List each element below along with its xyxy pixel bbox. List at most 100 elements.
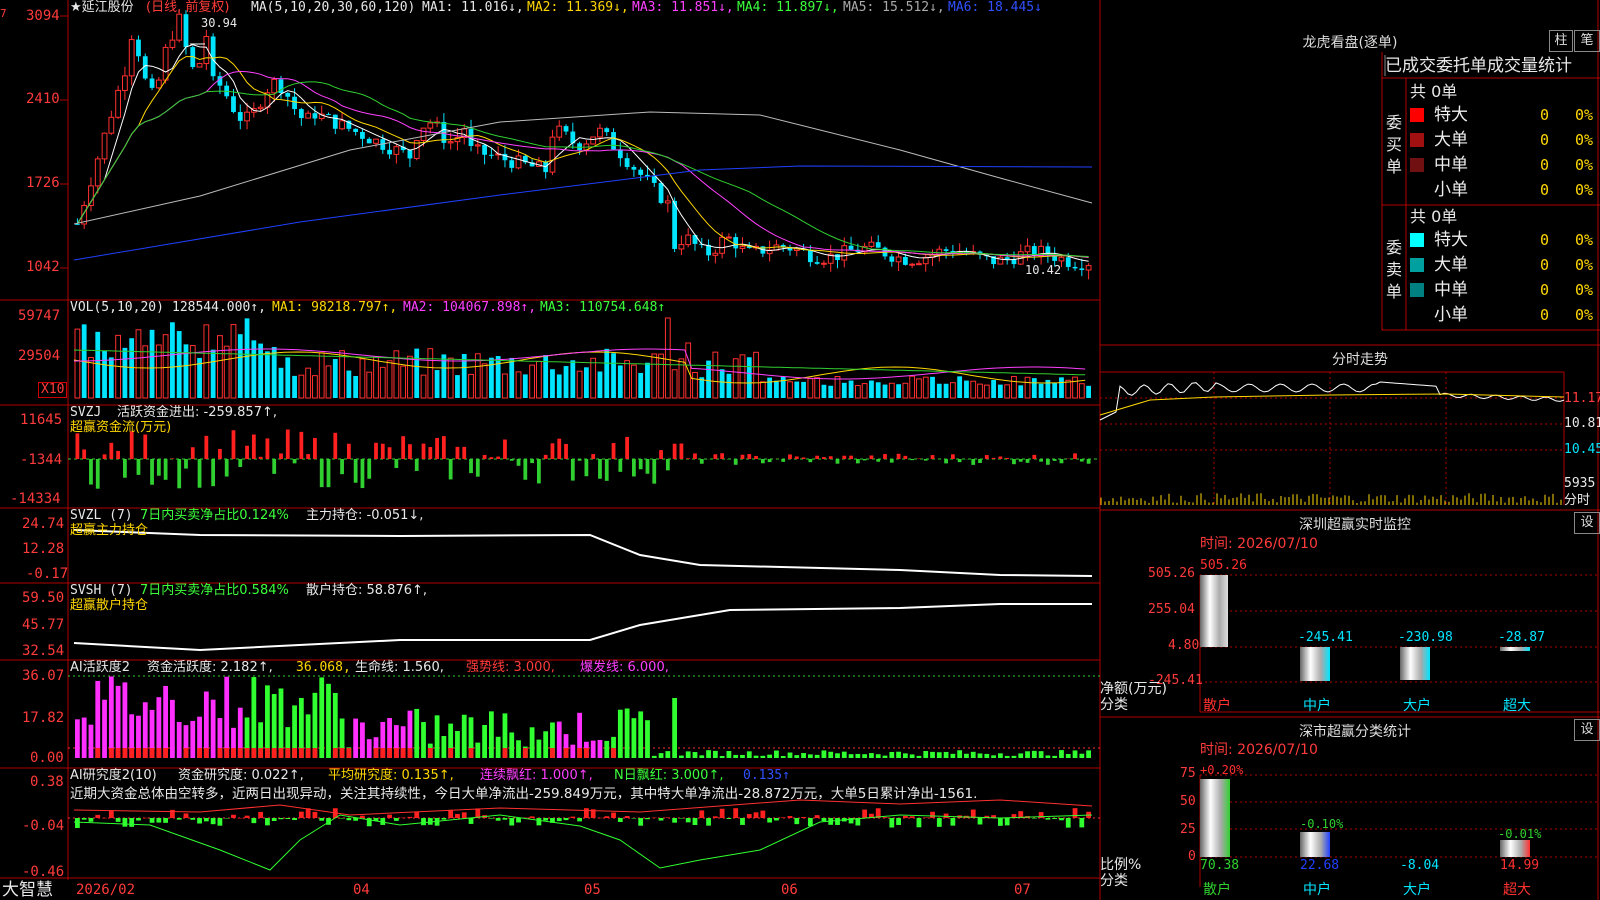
tab-tick-mode[interactable]: 笔 bbox=[1574, 30, 1600, 52]
vol-unit-badge[interactable]: X10 bbox=[38, 382, 68, 398]
volume-bar bbox=[305, 367, 312, 399]
ai2-bar bbox=[122, 818, 128, 827]
ai2-bar bbox=[753, 812, 759, 818]
intraday-avg-line bbox=[1099, 393, 1565, 416]
stock-name[interactable]: ★延江股份 bbox=[70, 0, 134, 16]
volume-bar bbox=[807, 378, 814, 399]
ai1-bar bbox=[509, 732, 515, 758]
volume-bar bbox=[664, 317, 671, 399]
candle-body bbox=[895, 256, 902, 263]
ai1-bar bbox=[421, 722, 426, 758]
ai2-bar bbox=[733, 808, 739, 818]
ai1-bar bbox=[1045, 755, 1051, 758]
candle-body bbox=[128, 39, 135, 77]
candle-body bbox=[672, 200, 678, 249]
ai1-red-base bbox=[197, 748, 202, 758]
candle-body bbox=[305, 112, 312, 119]
volume-bar bbox=[692, 371, 698, 399]
intraday-title: 分时走势 bbox=[1332, 352, 1388, 368]
candle-body bbox=[339, 120, 345, 130]
ai2-bar bbox=[651, 817, 657, 819]
ai2-bar bbox=[1079, 818, 1085, 828]
ai2-bar bbox=[102, 817, 107, 819]
ai2-comment: 近期大资金总体由空转多，近两日出现异动，关注其持续性，今日大单净流出-259.8… bbox=[70, 786, 978, 802]
ai1-bar bbox=[848, 754, 854, 758]
svsh-value: 散户持仓: 58.876↑, bbox=[306, 583, 428, 598]
svsh-y-tick: 59.50 bbox=[22, 590, 65, 606]
monitor-settings-button[interactable]: 设 bbox=[1574, 512, 1600, 534]
classstat-settings-button[interactable]: 设 bbox=[1574, 719, 1600, 741]
volume-bar bbox=[801, 381, 806, 398]
ai1-bar bbox=[807, 754, 813, 758]
ai1-bar bbox=[930, 751, 935, 758]
ai1-bar bbox=[882, 755, 888, 758]
ma1-line bbox=[76, 44, 1089, 262]
period-label[interactable]: (日线, 前复权) bbox=[146, 0, 229, 16]
ai1-bar bbox=[115, 685, 121, 758]
intraday-y-tick: 10.81 bbox=[1564, 416, 1600, 431]
buy-row-pct: 0% bbox=[1575, 131, 1594, 149]
volume-bar bbox=[95, 331, 101, 398]
sell-row-pct: 0% bbox=[1575, 256, 1594, 274]
tab-bar-mode[interactable]: 柱 bbox=[1549, 30, 1573, 52]
svzl-y-tick: 24.74 bbox=[22, 516, 65, 532]
ai2-bar bbox=[889, 818, 895, 828]
ai2-bar bbox=[611, 812, 616, 818]
ai1-bar bbox=[543, 731, 549, 758]
ai1-bar bbox=[210, 699, 216, 758]
ai1-bar bbox=[712, 750, 718, 758]
candle-body bbox=[909, 263, 916, 266]
volume-bar bbox=[936, 383, 942, 398]
ai1-bar bbox=[916, 755, 922, 758]
ai1-red-base bbox=[611, 748, 616, 758]
classstat-category-label: 大户 bbox=[1403, 882, 1431, 898]
ai2-bar bbox=[265, 818, 270, 826]
ai1-red-base bbox=[149, 748, 155, 758]
svzl-value: 主力持仓: -0.051↓, bbox=[306, 508, 424, 523]
volume-bar bbox=[977, 383, 983, 399]
sell-total: 共 0单 bbox=[1410, 207, 1458, 226]
ai2-bar bbox=[203, 818, 209, 822]
ai1-bar bbox=[366, 739, 372, 758]
candle-body bbox=[556, 125, 563, 138]
volume-bar bbox=[584, 367, 589, 398]
volume-bar bbox=[794, 381, 800, 398]
ai1-bar bbox=[875, 754, 881, 758]
monitor-title: 深圳超赢实时监控 bbox=[1299, 517, 1411, 533]
volume-bar bbox=[854, 385, 861, 399]
volume-bar bbox=[237, 334, 243, 398]
x-tick: 06 bbox=[781, 882, 798, 898]
candle-body bbox=[326, 114, 331, 116]
ai1-red-base bbox=[129, 748, 135, 758]
classstat-value-label: -8.04 bbox=[1400, 858, 1440, 873]
candle-body bbox=[360, 131, 365, 139]
ai1-bar bbox=[1004, 755, 1010, 758]
ai1-red-base bbox=[183, 748, 189, 758]
y-tick: 1726 bbox=[26, 175, 60, 191]
sell-row-pct: 0% bbox=[1575, 231, 1594, 249]
ai1-red-base bbox=[502, 748, 508, 758]
ai2-bar bbox=[360, 815, 365, 818]
volume-bar bbox=[1072, 376, 1078, 399]
ai2-bar bbox=[977, 818, 983, 825]
candle-body bbox=[1024, 245, 1031, 253]
volume-bar bbox=[312, 375, 318, 399]
ai1-bar bbox=[455, 731, 460, 758]
ai2-bar bbox=[902, 815, 908, 818]
ai1-v5: 爆发线: 6.000, bbox=[580, 660, 669, 675]
ai1-bar bbox=[828, 751, 834, 758]
ai2-bar bbox=[794, 818, 800, 825]
volume-bar bbox=[170, 322, 175, 398]
ai1-bar bbox=[1018, 753, 1024, 758]
ai1-bar bbox=[495, 736, 501, 758]
ai1-bar bbox=[855, 753, 861, 758]
ai1-bar bbox=[1025, 751, 1030, 758]
ai1-bar bbox=[353, 718, 359, 758]
ai2-bar bbox=[108, 810, 114, 818]
ai1-bar bbox=[841, 751, 847, 758]
ai2-bar bbox=[285, 818, 291, 820]
ai2-bar bbox=[88, 818, 94, 822]
sell-color-swatch bbox=[1410, 283, 1424, 297]
ai2-bar bbox=[346, 818, 352, 821]
candle-body bbox=[1085, 265, 1092, 271]
